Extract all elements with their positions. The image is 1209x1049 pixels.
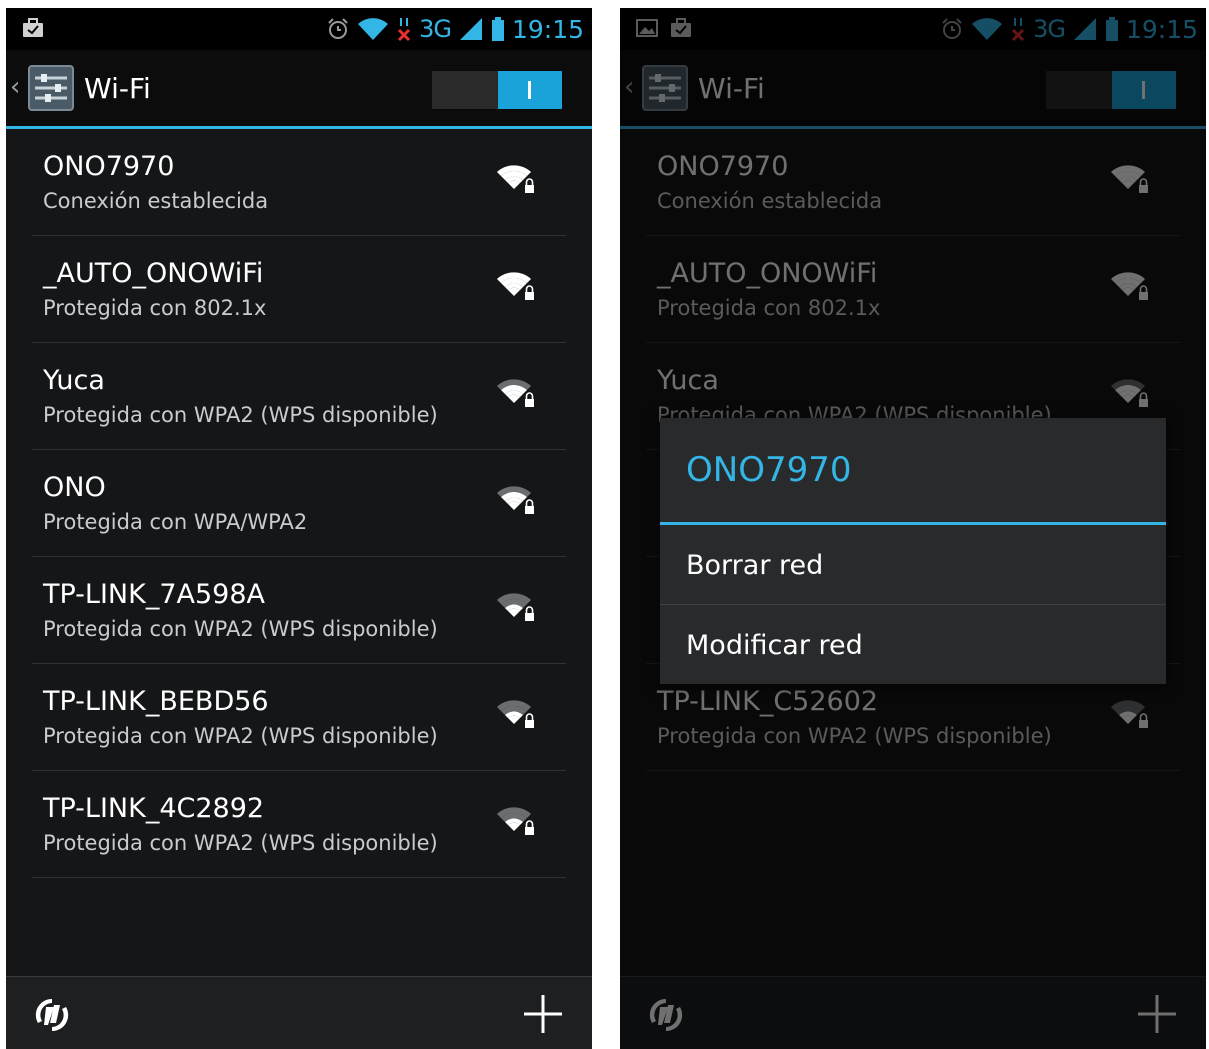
no-data-icon [398, 18, 411, 42]
wifi-signal-icon [497, 379, 534, 407]
wifi-settings-screen: 3G 19:15 ‹ Wi-Fi ONO7970 Conexión establ… [6, 8, 592, 1049]
wifi-signal-icon [497, 272, 534, 300]
dialog-option-label: Borrar red [686, 550, 824, 581]
wifi-toggle[interactable] [432, 71, 562, 109]
alarm-icon [328, 18, 348, 39]
wifi-network-item[interactable]: TP-LINK_4C2892 Protegida con WPA2 (WPS di… [32, 771, 566, 878]
wps-scan-icon[interactable] [32, 995, 72, 1035]
wifi-network-item[interactable]: ONO Protegida con WPA/WPA2 [32, 450, 566, 557]
wifi-network-status: Protegida con WPA/WPA2 [43, 510, 308, 534]
dialog-title: ONO7970 [686, 450, 852, 490]
bottom-action-bar [6, 976, 592, 1049]
page-title: Wi-Fi [84, 72, 151, 105]
settings-app-icon[interactable] [27, 64, 75, 112]
action-bar: ‹ Wi-Fi [6, 50, 592, 129]
wifi-network-name: ONO7970 [43, 151, 175, 182]
dialog-option-label: Modificar red [686, 630, 863, 661]
wifi-network-item[interactable]: ONO7970 Conexión establecida [32, 129, 566, 236]
wifi-network-item[interactable]: _AUTO_ONOWiFi Protegida con 802.1x [32, 236, 566, 343]
back-caret-icon[interactable]: ‹ [10, 72, 20, 102]
network-options-dialog: ONO7970 Borrar red Modificar red [660, 418, 1166, 684]
wifi-network-item[interactable]: TP-LINK_BEBD56 Protegida con WPA2 (WPS di… [32, 664, 566, 771]
wifi-signal-icon [497, 486, 534, 514]
toggle-on-thumb [498, 71, 562, 109]
briefcase-icon [23, 18, 43, 37]
battery-icon [491, 17, 504, 41]
wifi-network-status: Protegida con WPA2 (WPS disponible) [43, 403, 438, 427]
wifi-network-item[interactable]: Yuca Protegida con WPA2 (WPS disponible) [32, 343, 566, 450]
wifi-network-name: TP-LINK_BEBD56 [43, 686, 269, 717]
wifi-network-list: ONO7970 Conexión establecida _AUTO_ONOWiFi… [6, 129, 592, 878]
wifi-network-status: Protegida con WPA2 (WPS disponible) [43, 617, 438, 641]
wifi-network-status: Protegida con WPA2 (WPS disponible) [43, 831, 438, 855]
wifi-network-name: Yuca [43, 365, 105, 396]
forget-network-option[interactable]: Borrar red [660, 526, 1166, 605]
add-network-icon[interactable] [522, 993, 564, 1035]
modify-network-option[interactable]: Modificar red [660, 606, 1166, 684]
wifi-settings-screen-dialog: 3G 19:15 ‹ Wi-Fi ONO7970Conexión es [620, 8, 1206, 1049]
signal-icon [459, 18, 482, 40]
wifi-signal-icon [497, 165, 534, 193]
wifi-network-status: Protegida con 802.1x [43, 296, 267, 320]
wifi-network-item[interactable]: TP-LINK_7A598A Protegida con WPA2 (WPS di… [32, 557, 566, 664]
wifi-network-name: ONO [43, 472, 106, 503]
wifi-icon [358, 18, 389, 40]
status-bar: 3G 19:15 [6, 8, 592, 50]
wifi-network-name: TP-LINK_4C2892 [43, 793, 265, 824]
dialog-divider [660, 522, 1166, 525]
toggle-on-marker [528, 81, 531, 99]
wifi-network-status: Protegida con WPA2 (WPS disponible) [43, 724, 438, 748]
clock: 19:15 [511, 14, 584, 44]
wifi-network-name: _AUTO_ONOWiFi [43, 258, 264, 289]
wifi-signal-icon [497, 593, 534, 621]
wifi-signal-icon [497, 807, 534, 835]
network-type-label: 3G [419, 15, 452, 43]
wifi-signal-icon [497, 700, 534, 728]
wifi-network-status: Conexión establecida [43, 189, 269, 213]
wifi-network-name: TP-LINK_7A598A [43, 579, 265, 610]
